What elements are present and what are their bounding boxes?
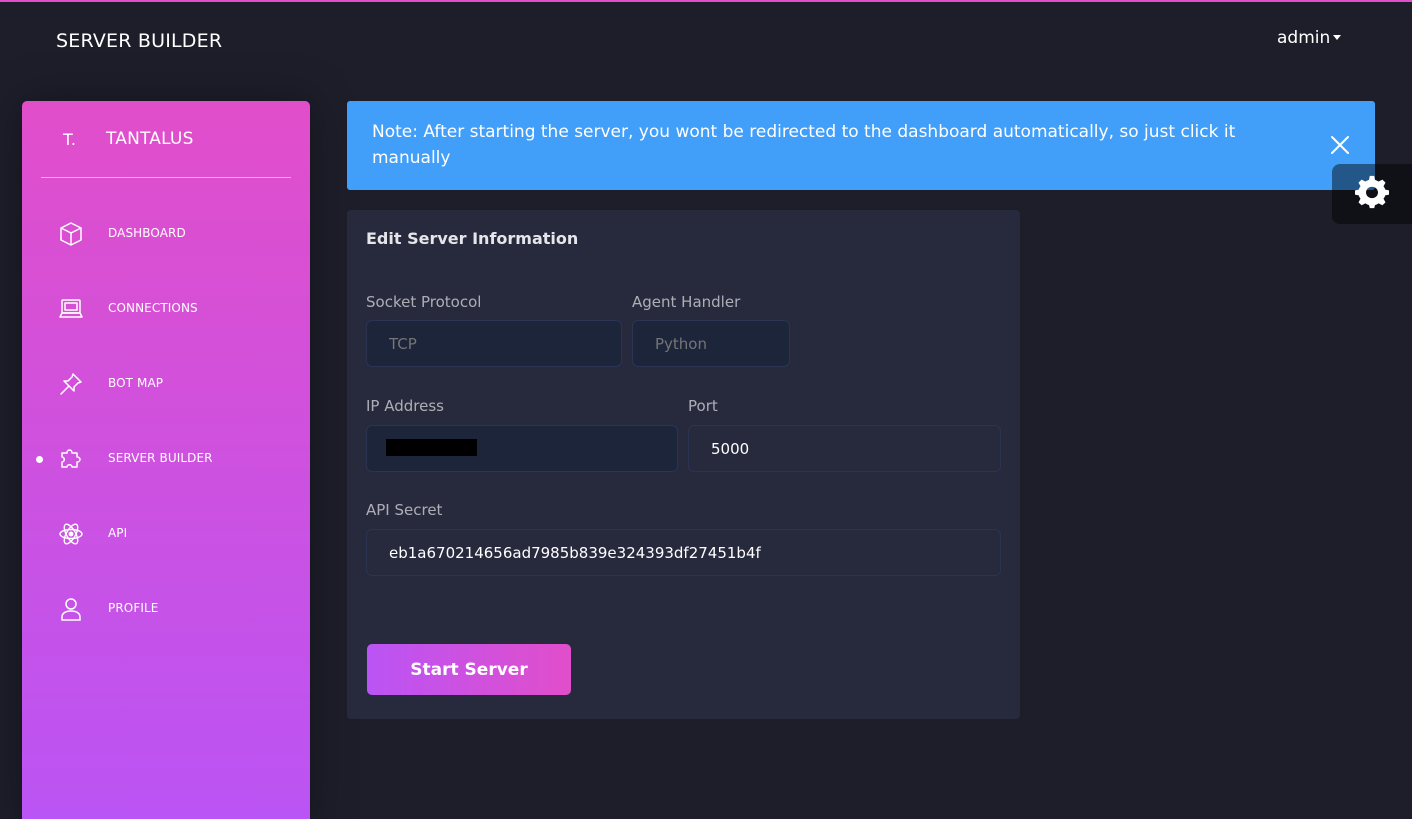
socket-protocol-input[interactable] [366, 320, 622, 367]
sidebar-item-label: CONNECTIONS [108, 301, 198, 315]
socket-protocol-label: Socket Protocol [366, 293, 482, 311]
cube-icon [58, 221, 84, 247]
start-server-button[interactable]: Start Server [367, 644, 571, 695]
sidebar-item-label: BOT MAP [108, 376, 164, 390]
sidebar-logo: T. TANTALUS [22, 101, 310, 178]
gear-icon [1355, 175, 1389, 209]
active-indicator [36, 456, 43, 463]
logo-mini[interactable]: T. [63, 130, 76, 149]
settings-plugin-button[interactable] [1332, 164, 1412, 224]
user-menu-dropdown[interactable]: admin [1277, 28, 1342, 48]
port-input[interactable] [688, 425, 1001, 472]
sidebar-item-server-builder[interactable]: SERVER BUILDER [22, 434, 310, 484]
ip-address-label: IP Address [366, 397, 444, 415]
sidebar-item-dashboard[interactable]: DASHBOARD [22, 209, 310, 259]
pin-icon [58, 371, 84, 397]
info-alert: Note: After starting the server, you won… [347, 101, 1375, 190]
agent-handler-input[interactable] [632, 320, 790, 367]
navbar-brand[interactable]: SERVER BUILDER [56, 30, 222, 52]
caret-down-icon [1333, 34, 1342, 40]
port-label: Port [688, 397, 718, 415]
top-accent-bar [0, 0, 1412, 2]
atom-icon [58, 521, 84, 547]
redacted-ip-block [386, 439, 477, 456]
sidebar-item-api[interactable]: API [22, 509, 310, 559]
user-menu-label: admin [1277, 28, 1331, 48]
edit-server-card: Edit Server Information Socket Protocol … [347, 210, 1020, 719]
api-secret-label: API Secret [366, 501, 443, 519]
sidebar-item-connections[interactable]: CONNECTIONS [22, 284, 310, 334]
logo-text[interactable]: TANTALUS [106, 129, 194, 149]
sidebar-item-label: API [108, 526, 128, 540]
card-title: Edit Server Information [366, 229, 579, 248]
close-icon[interactable] [1329, 134, 1351, 156]
sidebar: T. TANTALUS DASHBOARD CONNECTIONS BOT MA… [22, 101, 310, 819]
laptop-icon [58, 296, 84, 322]
sidebar-item-profile[interactable]: PROFILE [22, 584, 310, 634]
alert-message: Note: After starting the server, you won… [372, 122, 1236, 168]
user-icon [58, 596, 84, 622]
puzzle-icon [58, 446, 84, 472]
sidebar-divider [41, 177, 291, 178]
sidebar-item-label: PROFILE [108, 601, 159, 615]
sidebar-item-bot-map[interactable]: BOT MAP [22, 359, 310, 409]
agent-handler-label: Agent Handler [632, 293, 741, 311]
sidebar-item-label: SERVER BUILDER [108, 451, 213, 465]
sidebar-item-label: DASHBOARD [108, 226, 186, 240]
api-secret-input[interactable] [366, 529, 1001, 576]
